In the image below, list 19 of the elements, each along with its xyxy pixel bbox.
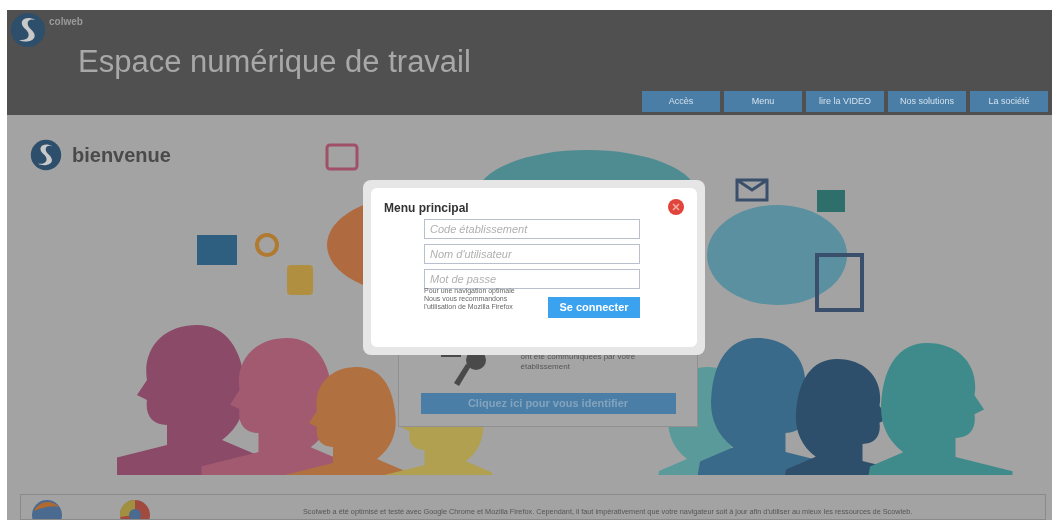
text-field[interactable]: Nom d'utilisateur	[424, 244, 640, 264]
welcome-title: bienvenue	[72, 143, 171, 168]
nav-button[interactable]: Menu	[724, 91, 802, 112]
login-button[interactable]: Se connecter	[548, 297, 640, 318]
close-button[interactable]	[668, 199, 684, 215]
logo-icon	[10, 12, 46, 48]
logo-icon	[30, 139, 62, 171]
nav-button[interactable]: lire la VIDEO	[806, 91, 884, 112]
dialog-title: Menu principal	[384, 200, 469, 217]
nav-button[interactable]: La société	[970, 91, 1048, 112]
text-field[interactable]: Code établissement	[424, 219, 640, 239]
nav-button[interactable]: Accès	[642, 91, 720, 112]
browser-icon	[119, 499, 151, 519]
close-icon	[672, 203, 680, 211]
logo-text: colweb	[49, 15, 83, 29]
text-field[interactable]: Mot de passe	[424, 269, 640, 289]
nav-button[interactable]: Nos solutions	[888, 91, 966, 112]
site-title: Espace numérique de travail	[78, 46, 471, 77]
browser-icon	[31, 499, 63, 519]
